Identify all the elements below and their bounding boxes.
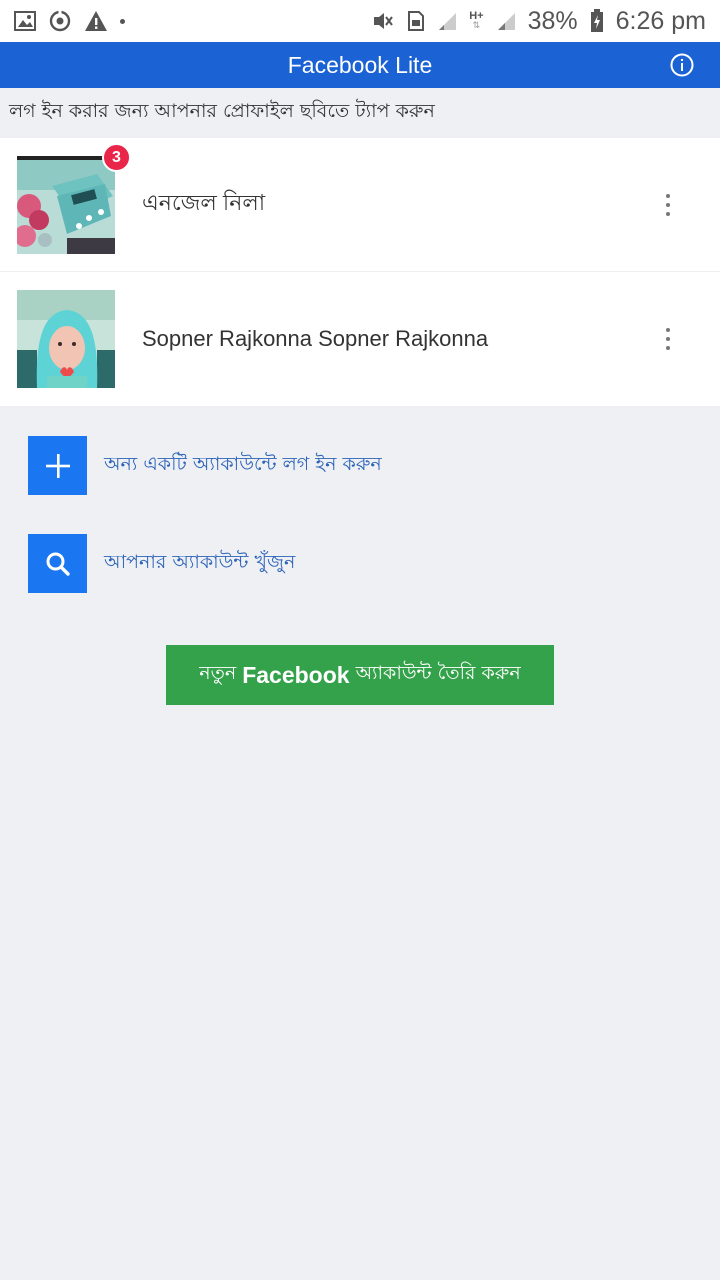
more-options-icon[interactable] <box>660 190 676 220</box>
plus-icon[interactable] <box>28 436 87 495</box>
image-icon <box>14 10 36 32</box>
battery-percent: 38% <box>527 6 578 35</box>
clock: 6:26 pm <box>615 6 706 35</box>
add-account-button[interactable]: অন্য একটি অ্যাকাউন্টে লগ ইন করুন <box>28 436 382 495</box>
notification-badge: 3 <box>102 143 131 172</box>
signal-weak-icon <box>437 11 457 31</box>
create-account-brand: Facebook <box>242 661 350 688</box>
create-account-suffix: অ্যাকাউন্ট তৈরি করুন <box>355 662 521 684</box>
account-list: 3 এনজেল নিলা Sopner Rajkonna Sopner Rajk… <box>0 138 720 406</box>
search-icon[interactable] <box>28 534 87 593</box>
login-instruction: লগ ইন করার জন্য আপনার প্রোফাইল ছবিতে ট্য… <box>9 100 435 122</box>
account-row[interactable]: 3 এনজেল নিলা <box>0 138 720 272</box>
signal-icon <box>496 11 516 31</box>
battery-charging-icon <box>590 9 604 33</box>
app-bar: Facebook Lite <box>0 42 720 88</box>
sim-card-icon <box>407 10 425 32</box>
mute-icon <box>371 10 395 32</box>
find-account-label[interactable]: আপনার অ্যাকাউন্ট খুঁজুন <box>104 548 295 580</box>
notification-dot-icon <box>120 18 125 24</box>
app-title: Facebook Lite <box>287 51 433 78</box>
account-name[interactable]: Sopner Rajkonna Sopner Rajkonna <box>142 326 488 352</box>
account-name[interactable]: এনজেল নিলা <box>142 186 265 223</box>
create-account-button[interactable]: নতুন Facebook অ্যাকাউন্ট তৈরি করুন <box>166 645 554 705</box>
warning-icon <box>84 10 108 32</box>
create-account-prefix: নতুন <box>199 662 237 684</box>
status-bar-right: H+ ⇅ 38% 6:26 pm <box>371 7 706 36</box>
add-account-label[interactable]: অন্য একটি অ্যাকাউন্টে লগ ইন করুন <box>104 450 382 482</box>
account-row[interactable]: Sopner Rajkonna Sopner Rajkonna <box>0 272 720 406</box>
network-type-icon: H+ ⇅ <box>469 10 484 31</box>
sync-icon <box>48 9 72 33</box>
status-bar: H+ ⇅ 38% 6:26 pm <box>0 0 720 42</box>
more-options-icon[interactable] <box>660 324 676 354</box>
status-bar-left <box>14 9 125 33</box>
avatar[interactable] <box>17 155 115 254</box>
info-icon[interactable] <box>669 52 695 78</box>
find-account-button[interactable]: আপনার অ্যাকাউন্ট খুঁজুন <box>28 534 295 593</box>
avatar[interactable] <box>17 290 115 388</box>
